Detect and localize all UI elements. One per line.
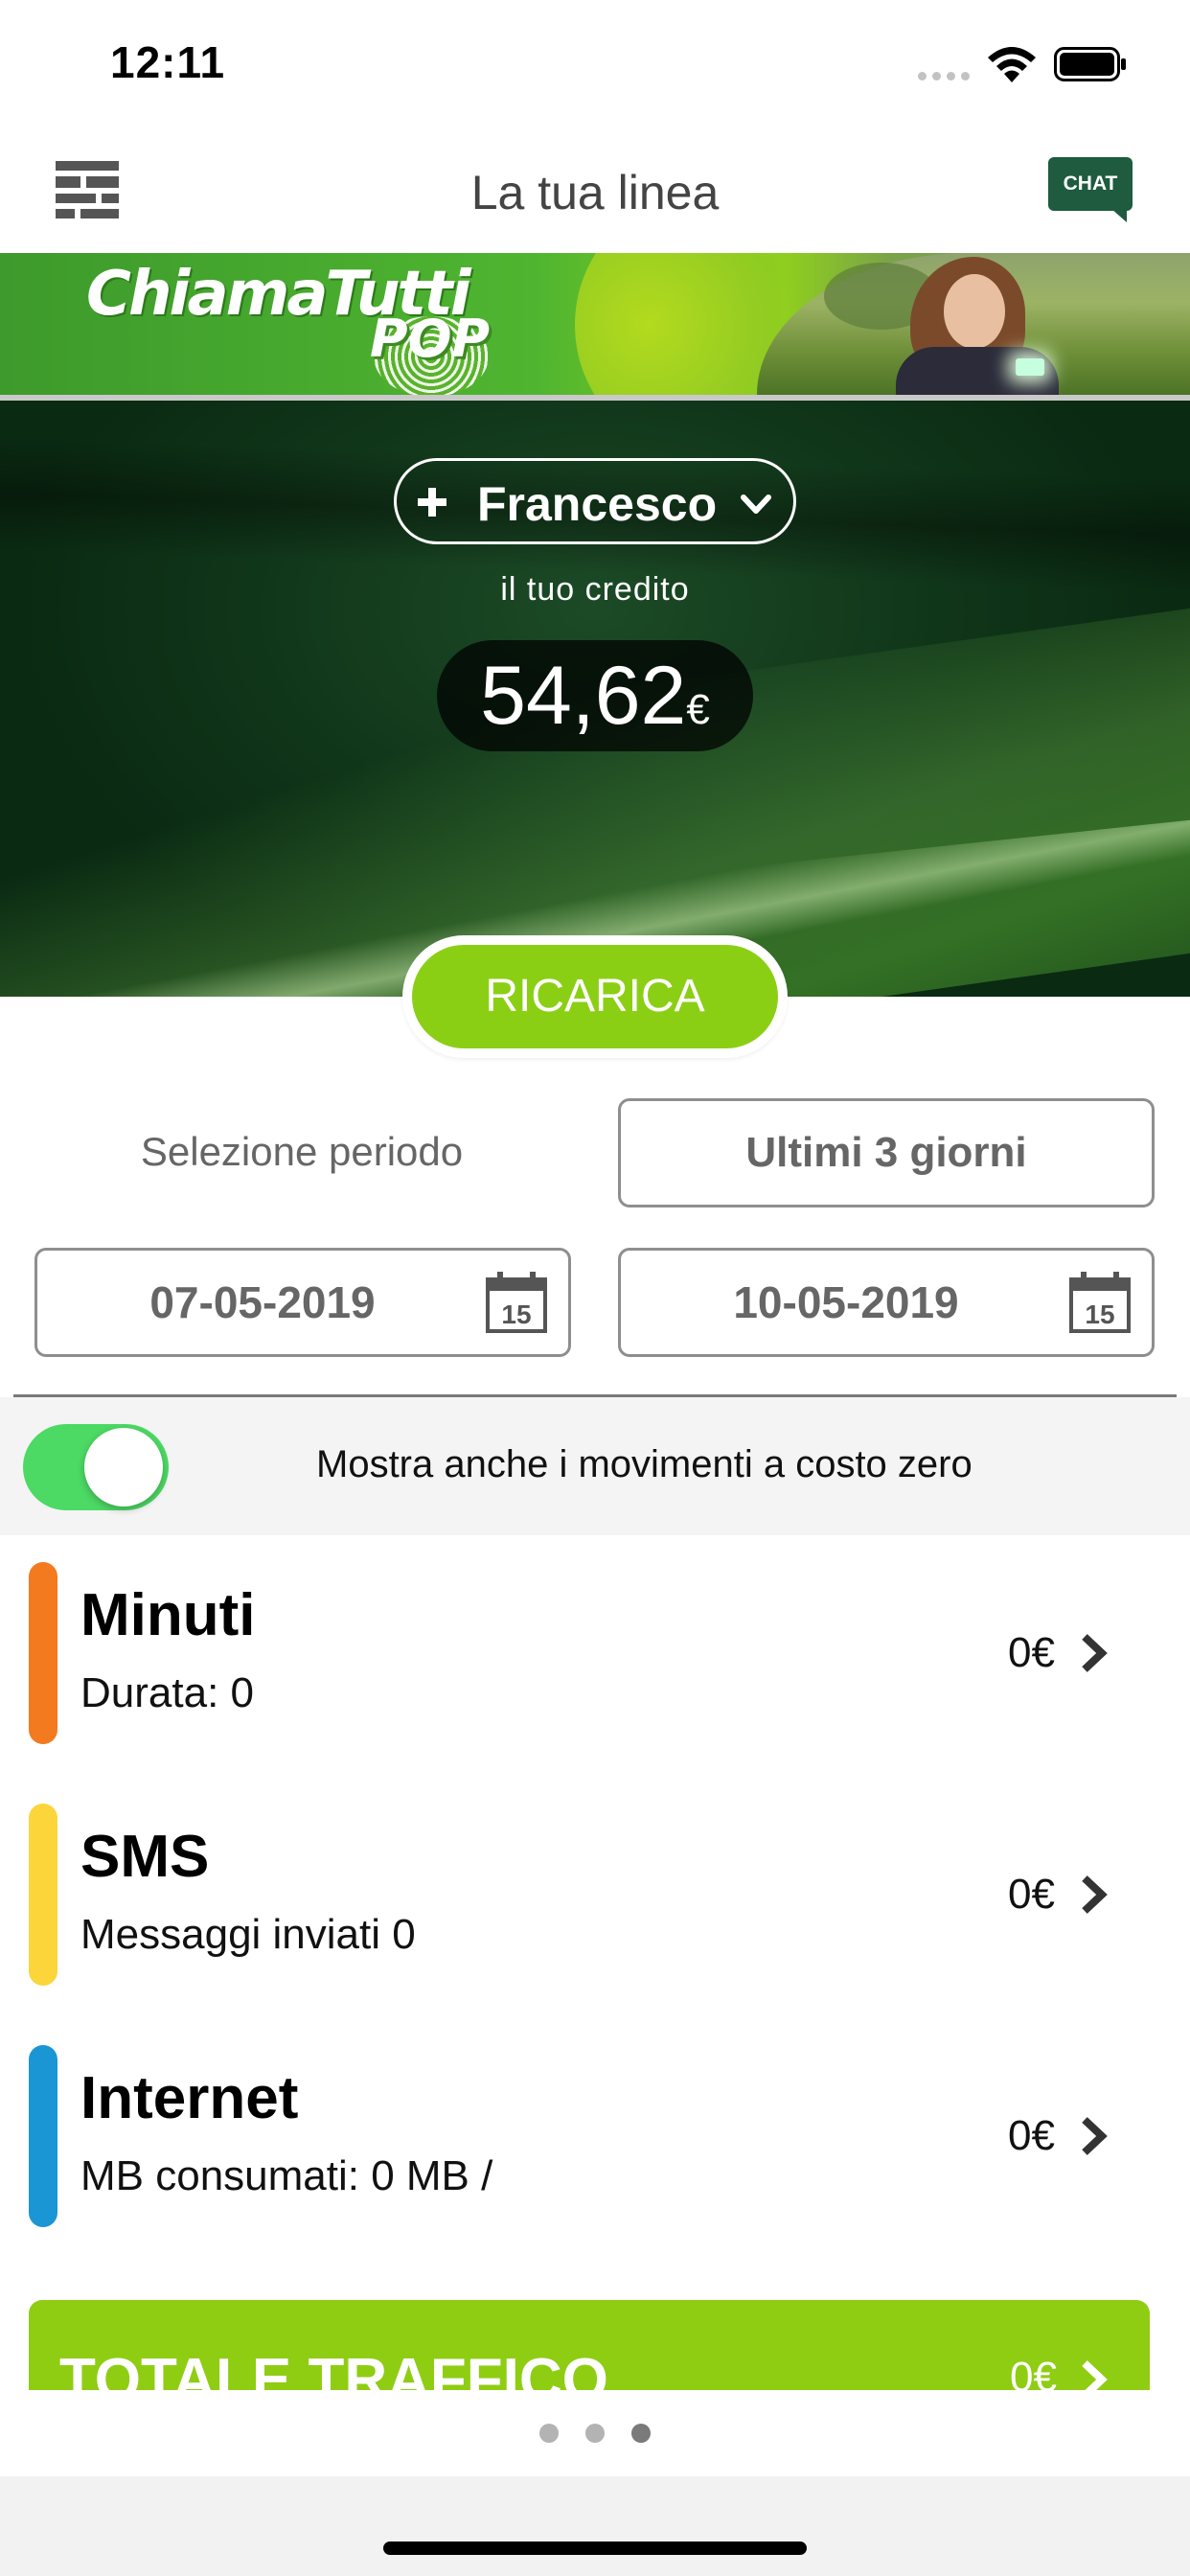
total-traffic-card[interactable]: TOTALE TRAFFICO 0€ xyxy=(29,2300,1150,2390)
wifi-icon xyxy=(988,47,1036,82)
page-indicator[interactable] xyxy=(0,2390,1190,2476)
usage-title: Internet xyxy=(80,2065,299,2131)
home-indicator[interactable] xyxy=(383,2542,807,2555)
period-label: Selezione periodo xyxy=(140,1129,464,1174)
usage-title: Minuti xyxy=(80,1582,256,1648)
credit-label: il tuo credito xyxy=(500,571,690,608)
calendar-icon[interactable]: 15 xyxy=(1067,1270,1133,1335)
promo-banner[interactable]: ChiamaTutti POP xyxy=(0,253,1190,395)
page-dot[interactable] xyxy=(585,2424,605,2443)
usage-detail: Messaggi inviati 0 xyxy=(80,1911,416,1958)
usage-detail: MB consumati: 0 MB / xyxy=(80,2152,493,2199)
battery-icon xyxy=(1054,47,1126,81)
chat-button[interactable]: CHAT xyxy=(1048,157,1133,222)
usage-item-minuti[interactable]: Minuti Durata: 0 0€ xyxy=(0,1562,1190,1773)
zero-cost-filter-row: Mostra anche i movimenti a costo zero xyxy=(0,1397,1190,1535)
chevron-right-icon xyxy=(1082,1875,1108,1914)
page-title: La tua linea xyxy=(470,166,720,219)
end-date-value: 10-05-2019 xyxy=(733,1277,959,1327)
signal-dots-icon xyxy=(918,72,970,80)
end-date-field[interactable]: 10-05-2019 15 xyxy=(618,1248,1155,1357)
chevron-right-icon xyxy=(1082,2360,1108,2390)
status-bar: 12:11 xyxy=(0,0,1190,126)
usage-item-internet[interactable]: Internet MB consumati: 0 MB / 0€ xyxy=(0,2045,1190,2256)
usage-title: SMS xyxy=(80,1824,210,1890)
usage-amount: 0€ xyxy=(1008,1871,1055,1918)
total-amount: 0€ xyxy=(1010,2354,1057,2390)
plus-icon xyxy=(418,488,446,517)
svg-text:15: 15 xyxy=(1085,1300,1114,1329)
usage-amount: 0€ xyxy=(1008,2112,1055,2159)
zero-cost-toggle[interactable] xyxy=(23,1424,169,1510)
credit-panel: Francesco il tuo credito 54,62€ xyxy=(0,401,1190,997)
svg-text:15: 15 xyxy=(501,1300,531,1329)
credit-value: 54,62€ xyxy=(437,640,753,751)
user-name: Francesco xyxy=(477,477,718,531)
chevron-right-icon xyxy=(1082,1634,1108,1672)
total-label: TOTALE TRAFFICO xyxy=(59,2347,608,2390)
recharge-button[interactable]: RICARICA xyxy=(412,945,778,1048)
period-select[interactable]: Ultimi 3 giorni xyxy=(618,1098,1155,1208)
chat-label: CHAT xyxy=(1048,157,1133,211)
usage-color-bar xyxy=(29,1562,57,1744)
calendar-icon[interactable]: 15 xyxy=(484,1270,549,1335)
user-selector[interactable]: Francesco xyxy=(394,458,796,544)
start-date-value: 07-05-2019 xyxy=(149,1277,376,1327)
bottom-bar xyxy=(0,2476,1190,2576)
page-dot-active[interactable] xyxy=(631,2424,651,2443)
brand-sub: POP xyxy=(370,309,491,369)
usage-amount: 0€ xyxy=(1008,1629,1055,1676)
usage-color-bar xyxy=(29,1804,57,1986)
usage-item-sms[interactable]: SMS Messaggi inviati 0 0€ xyxy=(0,1804,1190,2014)
usage-detail: Durata: 0 xyxy=(80,1669,254,1716)
chevron-down-icon xyxy=(741,494,771,514)
start-date-field[interactable]: 07-05-2019 15 xyxy=(34,1248,571,1357)
chevron-right-icon xyxy=(1082,2117,1108,2155)
credit-amount: 54,62 xyxy=(480,650,687,742)
nav-bar: La tua linea CHAT xyxy=(0,126,1190,253)
usage-color-bar xyxy=(29,2045,57,2227)
toggle-label: Mostra anche i movimenti a costo zero xyxy=(316,1443,973,1485)
page-dot[interactable] xyxy=(539,2424,559,2443)
toggle-knob xyxy=(84,1428,163,1506)
credit-currency: € xyxy=(686,686,710,733)
brand-logo: ChiamaTutti POP xyxy=(86,253,508,395)
status-time: 12:11 xyxy=(110,37,226,87)
